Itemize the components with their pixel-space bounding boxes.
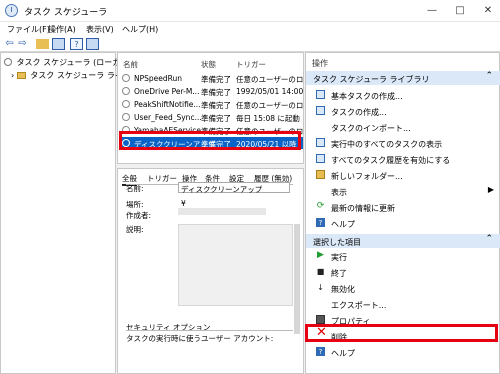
security-options-heading: セキュリティ オプション [126, 323, 211, 332]
import-icon [316, 122, 325, 131]
chevron-up-icon[interactable]: ⌃ [485, 234, 493, 244]
task-icon [122, 74, 130, 82]
task-scheduler-icon [5, 4, 18, 17]
refresh-icon: ⟳ [316, 201, 325, 211]
folder-up-icon[interactable] [36, 39, 49, 49]
navigation-tree: タスク スケジューラ (ローカル) › タスク スケジューラ ライブラリ [0, 52, 147, 374]
menu-view[interactable]: 表示(V) [86, 24, 114, 35]
back-icon[interactable]: ⇦ [3, 38, 16, 50]
disable-icon: ↓ [317, 283, 324, 292]
window-title: タスク スケジューラ [24, 8, 108, 18]
show-hide-tree-icon[interactable] [52, 38, 65, 50]
table-row[interactable]: OneDrive Per-M... 準備完了 1992/05/01 14:00 [122, 85, 303, 97]
author-value [178, 208, 266, 215]
action-delete[interactable]: ✕ 削除 [316, 325, 486, 343]
basic-task-icon [316, 90, 325, 99]
show-hide-action-pane-icon[interactable] [86, 38, 99, 50]
column-status[interactable]: 状態 [201, 59, 216, 70]
action-new-folder[interactable]: 新しいフォルダー... [316, 168, 486, 182]
delete-icon: ✕ [316, 325, 327, 340]
export-icon [316, 299, 325, 308]
menu-action[interactable]: 操作(A) [48, 24, 76, 35]
help-icon: ? [316, 218, 325, 227]
action-disable[interactable]: ↓ 無効化 [316, 281, 486, 295]
help-icon: ? [316, 347, 325, 356]
action-run[interactable]: ▶ 実行 [316, 249, 486, 263]
close-button[interactable]: ✕ [474, 2, 500, 20]
table-row[interactable]: PeakShiftNotifie... 準備完了 任意のユーザーのロ [122, 98, 303, 110]
column-trigger[interactable]: トリガー [236, 59, 266, 70]
task-icon [122, 139, 130, 147]
chevron-right-icon[interactable]: ▶ [488, 185, 494, 194]
menu-help[interactable]: ヘルプ(H) [122, 24, 158, 35]
location-value: ¥ [181, 199, 186, 208]
table-row[interactable]: NPSpeedRun 準備完了 任意のユーザーのロ [122, 72, 303, 84]
security-divider [126, 330, 293, 331]
forward-icon[interactable]: ⇨ [16, 38, 29, 50]
task-scheduler-icon [4, 58, 12, 66]
help-icon[interactable]: ? [70, 38, 83, 50]
task-icon [122, 87, 130, 95]
security-user-account-label: タスクの実行時に使うユーザー アカウント: [126, 334, 274, 343]
running-tasks-icon [316, 138, 325, 147]
action-refresh[interactable]: ⟳ 最新の情報に更新 [316, 200, 486, 214]
tree-root[interactable]: タスク スケジューラ (ローカル) [4, 57, 131, 68]
action-create-basic-task[interactable]: 基本タスクの作成... [316, 88, 486, 102]
action-export[interactable]: エクスポート... [316, 297, 486, 311]
action-create-task[interactable]: タスクの作成... [316, 104, 486, 118]
author-label: 作成者: [126, 211, 152, 220]
task-icon [122, 126, 130, 134]
task-details: 全般 トリガー 操作 条件 設定 履歴 (無効) 名前: ディスククリーンアップ… [117, 168, 304, 374]
action-help-selected[interactable]: ? ヘルプ [316, 345, 486, 359]
history-icon [316, 154, 325, 163]
new-folder-icon [316, 170, 325, 179]
action-help-library[interactable]: ? ヘルプ [316, 216, 486, 230]
task-icon [122, 100, 130, 108]
view-icon [316, 186, 325, 195]
description-label: 説明: [126, 225, 144, 234]
minimize-button[interactable]: — [418, 2, 446, 20]
action-import-task[interactable]: タスクのインポート... [316, 120, 486, 134]
menu-bar: ファイル(F) 操作(A) 表示(V) ヘルプ(H) [0, 22, 500, 36]
stop-icon: ■ [316, 267, 325, 276]
tab-trigger[interactable]: トリガー [147, 173, 177, 184]
action-enable-history[interactable]: すべてのタスク履歴を有効にする [316, 152, 486, 166]
selected-task-row[interactable]: ディスククリーンアップ 準備完了 2020/05/21 以降 [122, 137, 303, 149]
title-bar: タスク スケジューラ — □ ✕ [0, 0, 500, 22]
actions-pane: 操作 タスク スケジューラ ライブラリ ⌃ 基本タスクの作成... タスクの作成… [305, 52, 500, 374]
task-list: 名前 状態 トリガー NPSpeedRun 準備完了 任意のユーザーのロ OneDr… [117, 52, 304, 164]
table-row[interactable]: User_Feed_Sync... 準備完了 毎日 15:08 に起動 [122, 111, 303, 123]
table-row[interactable]: YamahaAEService 準備完了 任意のユーザーのロ [122, 124, 303, 136]
action-end[interactable]: ■ 終了 [316, 265, 486, 279]
chevron-right-icon[interactable]: › [11, 71, 14, 80]
maximize-button[interactable]: □ [446, 2, 474, 20]
chevron-up-icon[interactable]: ⌃ [485, 71, 493, 81]
action-properties[interactable]: プロパティ [316, 313, 486, 327]
menu-file[interactable]: ファイル(F) [7, 24, 50, 35]
create-task-icon [316, 106, 325, 115]
description-field[interactable] [178, 224, 293, 306]
selected-item-section[interactable]: 選択した項目 ⌃ [306, 234, 500, 248]
action-show-running-tasks[interactable]: 実行中のすべてのタスクの表示 [316, 136, 486, 150]
action-view[interactable]: 表示 ▶ [316, 184, 494, 198]
actions-title: 操作 [312, 59, 328, 68]
library-actions-section[interactable]: タスク スケジューラ ライブラリ ⌃ [306, 71, 500, 85]
properties-icon [316, 315, 325, 324]
vertical-scrollbar[interactable] [294, 224, 300, 334]
task-icon [122, 113, 130, 121]
location-label: 場所: [126, 200, 144, 209]
column-name[interactable]: 名前 [123, 59, 138, 70]
run-icon: ▶ [317, 250, 324, 260]
name-value: ディスククリーンアップ [181, 185, 263, 194]
folder-icon [16, 72, 26, 79]
name-label: 名前: [126, 184, 144, 193]
toolbar: ⇦ ⇨ ? [0, 36, 500, 52]
